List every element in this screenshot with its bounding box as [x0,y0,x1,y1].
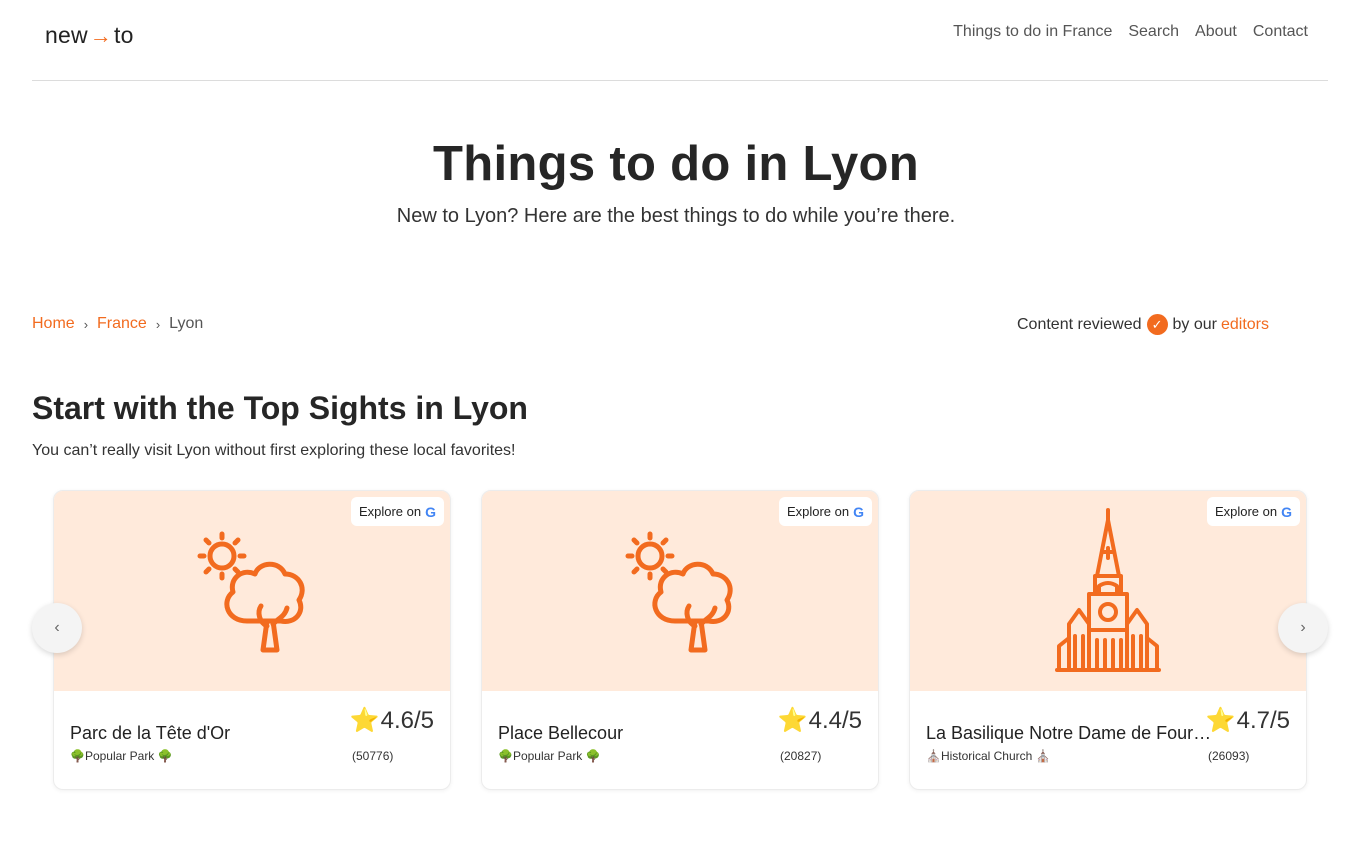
star-icon: ⭐ [349,707,380,734]
reviewed-text: Content reviewed [1017,315,1142,333]
star-icon: ⭐ [1205,707,1236,734]
sight-card[interactable]: Explore on G La Basilique Notre Dame de … [909,490,1307,790]
google-icon: G [1281,503,1292,520]
card-image: Explore on G [54,491,450,691]
site-logo[interactable]: new → to [45,22,134,49]
rating-value: 4.7/5 [1236,706,1290,734]
logo-text-new: new [45,22,88,48]
breadcrumb: Home › France › Lyon [32,315,203,333]
review-count: (20827) [780,749,822,763]
carousel-prev-button[interactable]: ‹ [32,603,82,653]
nav-link-about[interactable]: About [1195,23,1237,41]
review-count: (50776) [352,749,394,763]
carousel-next-button[interactable]: › [1278,603,1328,653]
card-title: Parc de la Tête d'Or [70,723,231,743]
chevron-right-icon: › [1300,619,1306,636]
section-title: Start with the Top Sights in Lyon [32,390,528,426]
header-navbar: new → to Things to do in France Search A… [32,0,1328,81]
explore-on-google-button[interactable]: Explore on G [778,497,872,526]
nav-link-contact[interactable]: Contact [1253,23,1308,41]
card-image: Explore on G [482,491,878,691]
editors-link[interactable]: editors [1221,316,1269,334]
card-rating: ⭐ 4.6/5 [350,706,434,735]
nav-link-search[interactable]: Search [1128,23,1179,41]
logo-text-to: to [114,22,134,48]
card-category: 🌳Popular Park 🌳 [70,749,173,763]
chevron-right-icon: › [155,316,161,332]
card-image: Explore on G [910,491,1306,691]
sight-card[interactable]: Explore on G Place Bellecour 🌳Popular Pa… [481,490,879,790]
park-sun-tree-icon [625,531,733,653]
nav-link-things-to-do[interactable]: Things to do in France [953,23,1112,41]
explore-label: Explore on [1214,504,1278,519]
google-icon: G [425,503,436,520]
section-subtitle: You can’t really visit Lyon without firs… [32,442,516,459]
review-count: (26093) [1208,749,1250,763]
breadcrumb-home[interactable]: Home [32,315,75,333]
card-category: ⛪Historical Church ⛪ [926,749,1051,763]
card-title: La Basilique Notre Dame de Fourvière [926,723,1216,743]
star-icon: ⭐ [777,707,808,734]
card-rating: ⭐ 4.7/5 [1206,706,1290,735]
reviewed-by-text: by our [1172,315,1217,333]
explore-label: Explore on [358,504,422,519]
main-nav: Things to do in France Search About Cont… [953,23,1308,41]
google-icon: G [853,503,864,520]
breadcrumb-current: Lyon [169,315,204,332]
rating-value: 4.6/5 [380,706,434,734]
church-icon [1055,508,1161,672]
breadcrumb-france[interactable]: France [97,315,147,333]
card-category: 🌳Popular Park 🌳 [498,749,601,763]
sight-card[interactable]: Explore on G Parc de la Tête d'Or 🌳Popul… [53,490,451,790]
explore-label: Explore on [786,504,850,519]
card-title: Place Bellecour [498,723,624,743]
explore-on-google-button[interactable]: Explore on G [1206,497,1300,526]
logo-arrow-icon: → [89,22,112,48]
chevron-right-icon: › [83,316,89,332]
park-sun-tree-icon [197,531,305,653]
card-rating: ⭐ 4.4/5 [778,706,862,735]
page-subtitle: New to Lyon? Here are the best things to… [396,205,956,227]
rating-value: 4.4/5 [808,706,862,734]
explore-on-google-button[interactable]: Explore on G [350,497,444,526]
chevron-left-icon: ‹ [54,619,60,636]
check-badge-icon: ✓ [1146,314,1168,335]
content-reviewed-note: Content reviewed ✓ by our editors [1017,314,1269,335]
page-title: Things to do in Lyon [433,137,919,191]
